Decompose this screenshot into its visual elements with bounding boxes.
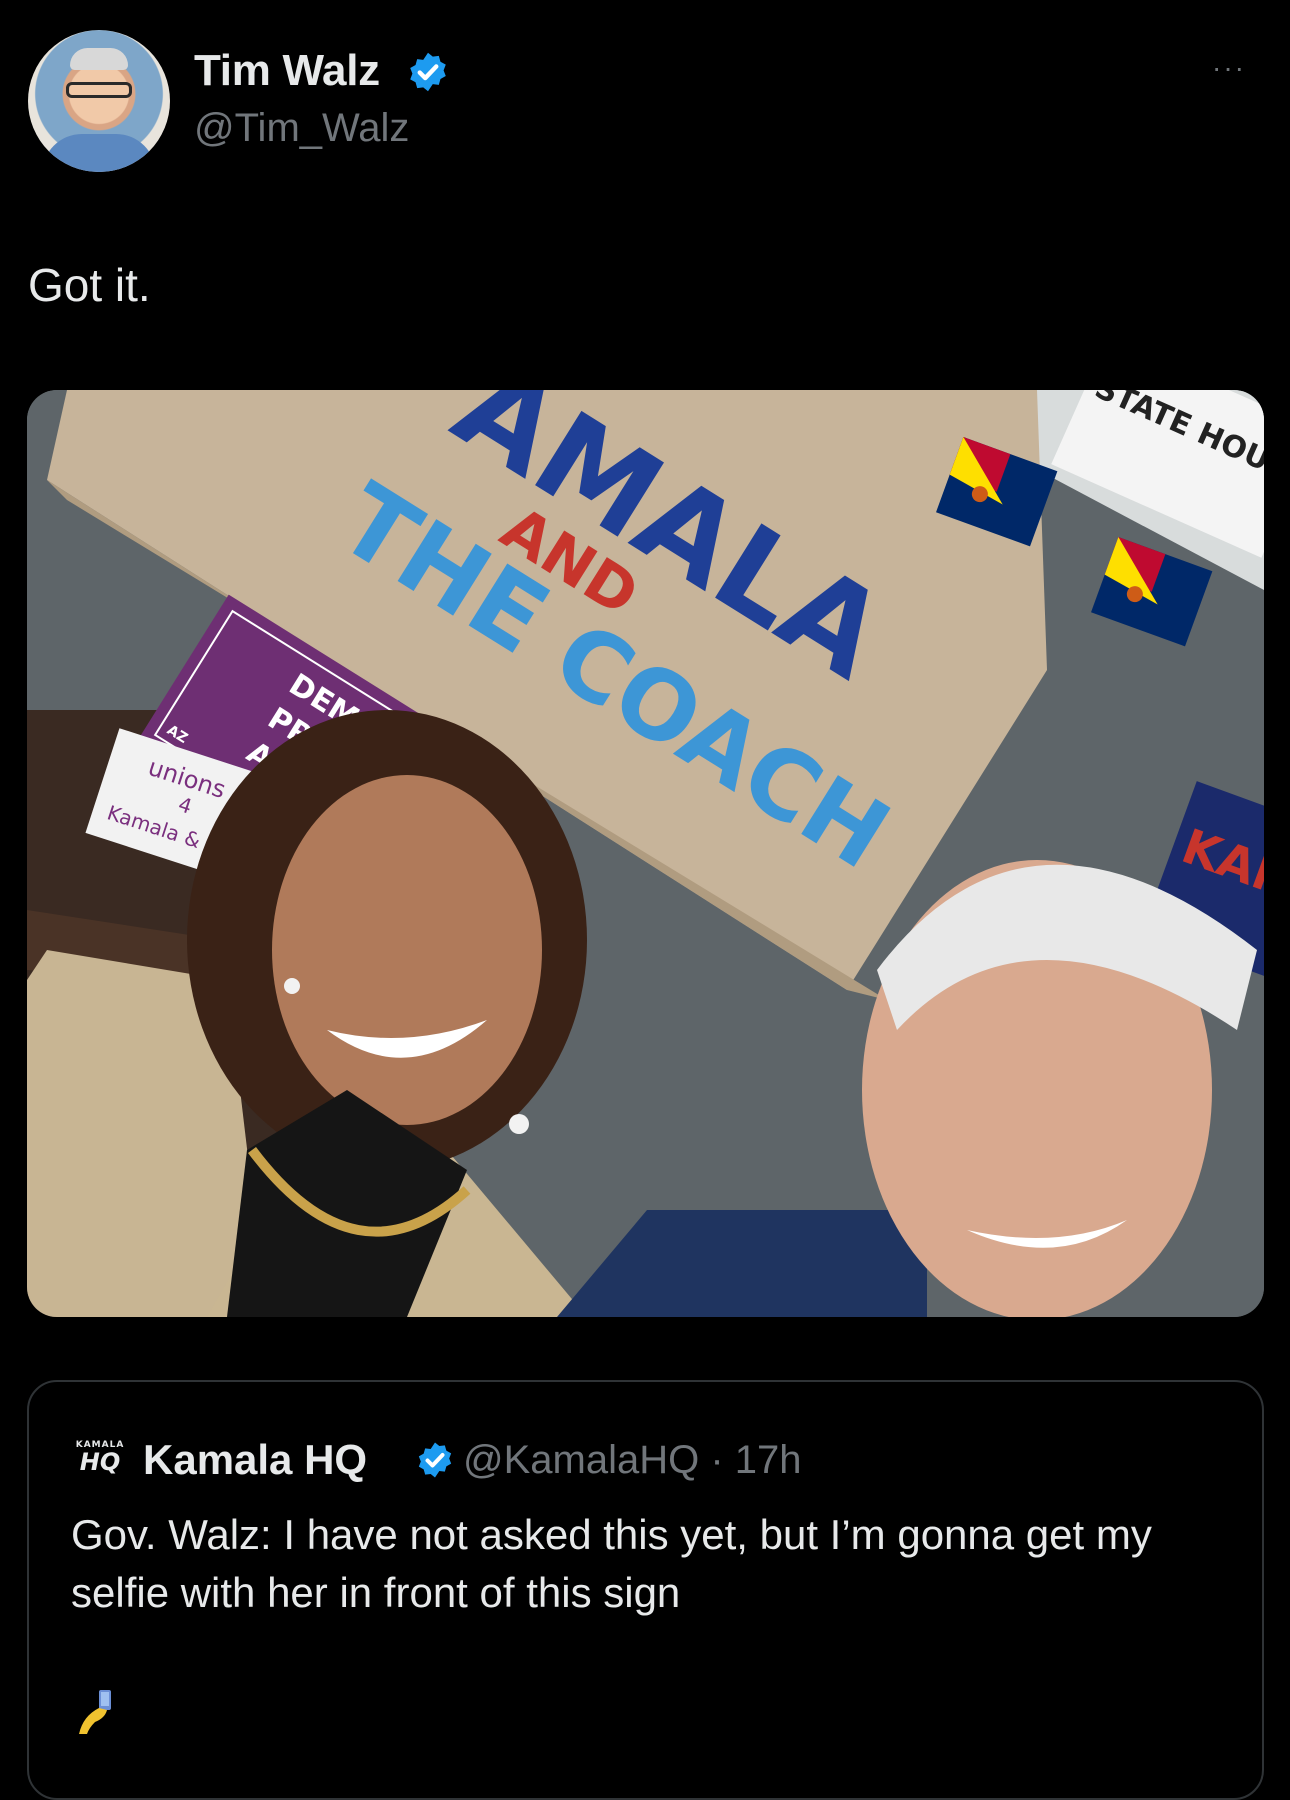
avatar-shirt [42, 134, 156, 172]
author-avatar[interactable] [28, 30, 170, 172]
avatar-glasses [66, 82, 132, 98]
selfie-photo: AMALA AND THE COACH DEMOCRATS PROTECT AB… [27, 390, 1264, 1317]
quoted-author-avatar[interactable]: KAMALA HQ [75, 1440, 125, 1484]
quoted-handle-time[interactable]: @KamalaHQ · 17h [463, 1438, 802, 1483]
ellipsis-icon[interactable]: ··· [1212, 54, 1262, 82]
verified-badge-icon [410, 52, 446, 92]
author-handle[interactable]: @Tim_Walz [194, 106, 409, 151]
tweet-photo[interactable]: AMALA AND THE COACH DEMOCRATS PROTECT AB… [27, 390, 1264, 1317]
quoted-verified-badge-icon [418, 1442, 452, 1478]
quoted-author-name[interactable]: Kamala HQ [143, 1436, 367, 1484]
author-name[interactable]: Tim Walz [194, 46, 380, 96]
tweet-text: Got it. [28, 259, 151, 311]
tweet: Tim Walz @Tim_Walz ··· Got it. AMALA AND… [0, 0, 1290, 1800]
quoted-tweet[interactable]: KAMALA HQ Kamala HQ @KamalaHQ · 17h Gov.… [27, 1380, 1264, 1800]
quoted-tweet-text: Gov. Walz: I have not asked this yet, bu… [71, 1511, 1152, 1616]
avatar-hair [70, 48, 128, 70]
quoted-avatar-big-text: HQ [79, 1448, 121, 1476]
selfie-emoji-icon [79, 1690, 111, 1734]
